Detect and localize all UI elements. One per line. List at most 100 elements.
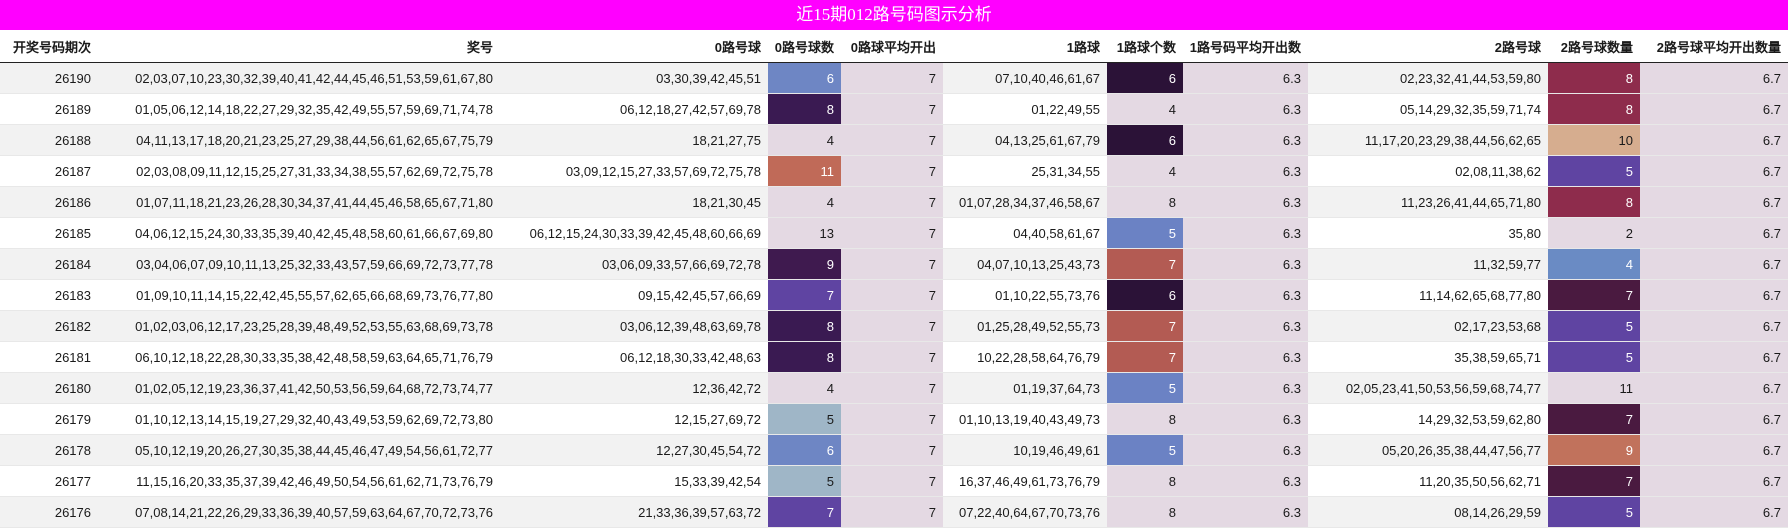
route1-count-cell: 5 xyxy=(1107,372,1183,404)
route0-count-cell: 7 xyxy=(768,279,841,311)
numbers-cell: 02,03,07,10,23,30,32,39,40,41,42,44,45,4… xyxy=(98,62,500,94)
route0-count-cell: 7 xyxy=(768,496,841,528)
route0-average-cell: 7 xyxy=(841,434,943,466)
route0-balls-cell: 03,09,12,15,27,33,57,69,72,75,78 xyxy=(500,155,768,187)
period-cell: 26177 xyxy=(0,465,98,497)
route0-balls-cell: 09,15,42,45,57,66,69 xyxy=(500,279,768,311)
numbers-cell: 01,10,12,13,14,15,19,27,29,32,40,43,49,5… xyxy=(98,403,500,435)
route2-average-cell: 6.7 xyxy=(1640,124,1788,156)
route0-balls-cell: 06,12,15,24,30,33,39,42,45,48,60,66,69 xyxy=(500,217,768,249)
route1-average-cell: 6.3 xyxy=(1183,155,1308,187)
route2-average-cell: 6.7 xyxy=(1640,403,1788,435)
numbers-cell: 11,15,16,20,33,35,37,39,42,46,49,50,54,5… xyxy=(98,465,500,497)
route1-count-cell: 5 xyxy=(1107,217,1183,249)
route0-average-cell: 7 xyxy=(841,341,943,373)
route0-average-cell: 7 xyxy=(841,465,943,497)
route0-balls-cell: 03,06,12,39,48,63,69,78 xyxy=(500,310,768,342)
route2-count-cell: 7 xyxy=(1548,465,1640,497)
route2-count-cell: 5 xyxy=(1548,155,1640,187)
route2-balls-cell: 05,20,26,35,38,44,47,56,77 xyxy=(1308,434,1548,466)
route2-count-cell: 9 xyxy=(1548,434,1640,466)
route0-count-cell: 9 xyxy=(768,248,841,280)
route1-count-cell: 8 xyxy=(1107,465,1183,497)
route2-average-cell: 6.7 xyxy=(1640,93,1788,125)
header-route1-count: 1路球个数 xyxy=(1107,30,1183,63)
route2-count-cell: 5 xyxy=(1548,341,1640,373)
route2-average-cell: 6.7 xyxy=(1640,186,1788,218)
table-row: 26190 02,03,07,10,23,30,32,39,40,41,42,44… xyxy=(0,62,1788,94)
numbers-cell: 06,10,12,18,22,28,30,33,35,38,42,48,58,5… xyxy=(98,341,500,373)
header-route0-average: 0路球平均开出 xyxy=(841,30,943,63)
route2-count-cell: 8 xyxy=(1548,93,1640,125)
route0-average-cell: 7 xyxy=(841,310,943,342)
route0-average-cell: 7 xyxy=(841,403,943,435)
header-row: 开奖号码期次 奖号 0路号球 0路号球数 0路球平均开出 1路球 1路球个数 1… xyxy=(0,30,1788,63)
route1-count-cell: 6 xyxy=(1107,62,1183,94)
route1-average-cell: 6.3 xyxy=(1183,403,1308,435)
numbers-cell: 05,10,12,19,20,26,27,30,35,38,44,45,46,4… xyxy=(98,434,500,466)
table-row: 26181 06,10,12,18,22,28,30,33,35,38,42,48… xyxy=(0,341,1788,373)
period-cell: 26185 xyxy=(0,217,98,249)
numbers-cell: 02,03,08,09,11,12,15,25,27,31,33,34,38,5… xyxy=(98,155,500,187)
table-row: 26180 01,02,05,12,19,23,36,37,41,42,50,53… xyxy=(0,372,1788,404)
route1-count-cell: 7 xyxy=(1107,310,1183,342)
route0-average-cell: 7 xyxy=(841,372,943,404)
route2-average-cell: 6.7 xyxy=(1640,310,1788,342)
route0-average-cell: 7 xyxy=(841,155,943,187)
route1-average-cell: 6.3 xyxy=(1183,124,1308,156)
route2-count-cell: 5 xyxy=(1548,496,1640,528)
table-row: 26178 05,10,12,19,20,26,27,30,35,38,44,45… xyxy=(0,434,1788,466)
route2-balls-cell: 14,29,32,53,59,62,80 xyxy=(1308,403,1548,435)
numbers-cell: 04,06,12,15,24,30,33,35,39,40,42,45,48,5… xyxy=(98,217,500,249)
route1-average-cell: 6.3 xyxy=(1183,341,1308,373)
route0-count-cell: 13 xyxy=(768,217,841,249)
route0-average-cell: 7 xyxy=(841,279,943,311)
route0-balls-cell: 03,06,09,33,57,66,69,72,78 xyxy=(500,248,768,280)
route1-average-cell: 6.3 xyxy=(1183,372,1308,404)
table-row: 26183 01,09,10,11,14,15,22,42,45,55,57,62… xyxy=(0,279,1788,311)
route0-count-cell: 5 xyxy=(768,465,841,497)
period-cell: 26183 xyxy=(0,279,98,311)
route0-balls-cell: 18,21,30,45 xyxy=(500,186,768,218)
header-route2-count: 2路号球数量 xyxy=(1548,30,1640,63)
route2-count-cell: 4 xyxy=(1548,248,1640,280)
analysis-table: 开奖号码期次 奖号 0路号球 0路号球数 0路球平均开出 1路球 1路球个数 1… xyxy=(0,30,1788,528)
route0-count-cell: 8 xyxy=(768,93,841,125)
route1-count-cell: 7 xyxy=(1107,341,1183,373)
route2-average-cell: 6.7 xyxy=(1640,372,1788,404)
route0-count-cell: 5 xyxy=(768,403,841,435)
route1-balls-cell: 04,40,58,61,67 xyxy=(943,217,1107,249)
period-cell: 26181 xyxy=(0,341,98,373)
route0-average-cell: 7 xyxy=(841,93,943,125)
route0-count-cell: 8 xyxy=(768,310,841,342)
route2-average-cell: 6.7 xyxy=(1640,434,1788,466)
route1-balls-cell: 01,19,37,64,73 xyxy=(943,372,1107,404)
route0-count-cell: 4 xyxy=(768,372,841,404)
route1-count-cell: 5 xyxy=(1107,434,1183,466)
numbers-cell: 01,02,05,12,19,23,36,37,41,42,50,53,56,5… xyxy=(98,372,500,404)
header-numbers: 奖号 xyxy=(98,30,500,63)
page-title: 近15期012路号码图示分析 xyxy=(0,0,1788,30)
route0-count-cell: 6 xyxy=(768,62,841,94)
route2-balls-cell: 02,08,11,38,62 xyxy=(1308,155,1548,187)
route1-balls-cell: 10,19,46,49,61 xyxy=(943,434,1107,466)
table-row: 26184 03,04,06,07,09,10,11,13,25,32,33,43… xyxy=(0,248,1788,280)
route2-balls-cell: 02,23,32,41,44,53,59,80 xyxy=(1308,62,1548,94)
route2-count-cell: 5 xyxy=(1548,310,1640,342)
route1-balls-cell: 07,10,40,46,61,67 xyxy=(943,62,1107,94)
route1-balls-cell: 04,07,10,13,25,43,73 xyxy=(943,248,1107,280)
route1-average-cell: 6.3 xyxy=(1183,279,1308,311)
numbers-cell: 07,08,14,21,22,26,29,33,36,39,40,57,59,6… xyxy=(98,496,500,528)
table-row: 26187 02,03,08,09,11,12,15,25,27,31,33,34… xyxy=(0,155,1788,187)
table-body: 26190 02,03,07,10,23,30,32,39,40,41,42,44… xyxy=(0,62,1788,528)
period-cell: 26179 xyxy=(0,403,98,435)
route1-count-cell: 6 xyxy=(1107,124,1183,156)
header-route0-count: 0路号球数 xyxy=(768,30,841,63)
route1-balls-cell: 01,10,13,19,40,43,49,73 xyxy=(943,403,1107,435)
route2-count-cell: 2 xyxy=(1548,217,1640,249)
route2-count-cell: 11 xyxy=(1548,372,1640,404)
route2-balls-cell: 35,80 xyxy=(1308,217,1548,249)
route2-balls-cell: 08,14,26,29,59 xyxy=(1308,496,1548,528)
route1-average-cell: 6.3 xyxy=(1183,62,1308,94)
route1-balls-cell: 10,22,28,58,64,76,79 xyxy=(943,341,1107,373)
